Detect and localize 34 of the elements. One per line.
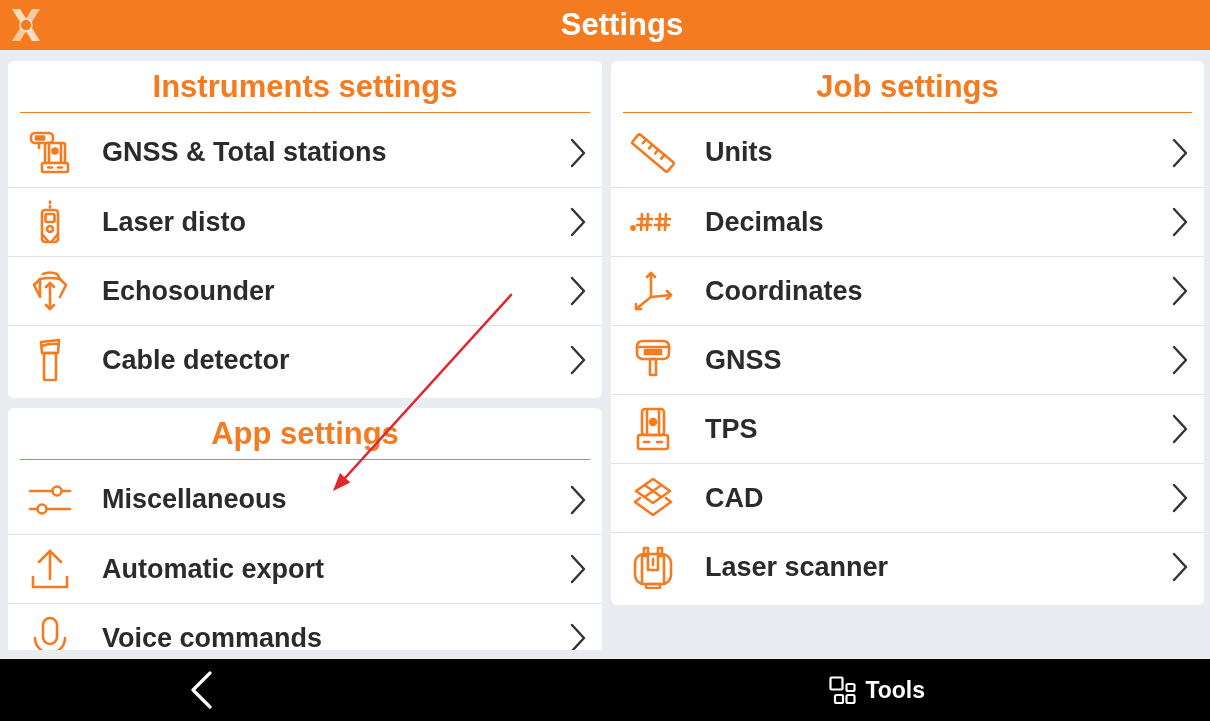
settings-row[interactable]: Automatic export (8, 534, 602, 603)
section-title: Job settings (623, 61, 1192, 113)
window-title: Settings (559, 6, 685, 44)
chevron-right-icon (570, 345, 586, 375)
settings-row[interactable]: Decimals (611, 187, 1204, 256)
chevron-right-icon (1172, 552, 1188, 582)
settings-row[interactable]: Coordinates (611, 256, 1204, 325)
settings-row[interactable]: Laser scanner (611, 532, 1204, 601)
chevron-right-icon (570, 484, 586, 515)
chevron-right-icon (1172, 137, 1188, 168)
chevron-right-icon (570, 554, 586, 584)
chevron-right-icon (1172, 207, 1188, 237)
settings-row[interactable]: CAD (611, 463, 1204, 532)
chevron-right-icon (570, 276, 586, 306)
settings-row[interactable]: Cable detector (8, 325, 602, 394)
chevron-right-icon (1172, 345, 1188, 375)
tools-button[interactable]: Tools (829, 668, 925, 712)
settings-row[interactable]: Miscellaneous (8, 465, 602, 534)
chevron-right-icon (1172, 414, 1188, 444)
chevron-right-icon (570, 207, 586, 237)
settings-row[interactable]: Units (611, 118, 1204, 187)
settings-row[interactable]: Echosounder (8, 256, 602, 325)
chevron-right-icon (1172, 483, 1188, 513)
ruler-icon (629, 130, 677, 175)
settings-row[interactable]: TPS (611, 394, 1204, 463)
settings-row[interactable]: Laser disto (8, 187, 602, 256)
grid-icon (829, 675, 857, 705)
settings-row[interactable]: GNSS & Total stations (8, 118, 602, 187)
chevron-right-icon (570, 137, 586, 168)
section-title: Instruments settings (20, 61, 590, 113)
chevron-left-icon (189, 671, 213, 709)
chevron-right-icon (570, 623, 586, 650)
settings-row[interactable]: GNSS (611, 325, 1204, 394)
chevron-right-icon (1172, 276, 1188, 306)
